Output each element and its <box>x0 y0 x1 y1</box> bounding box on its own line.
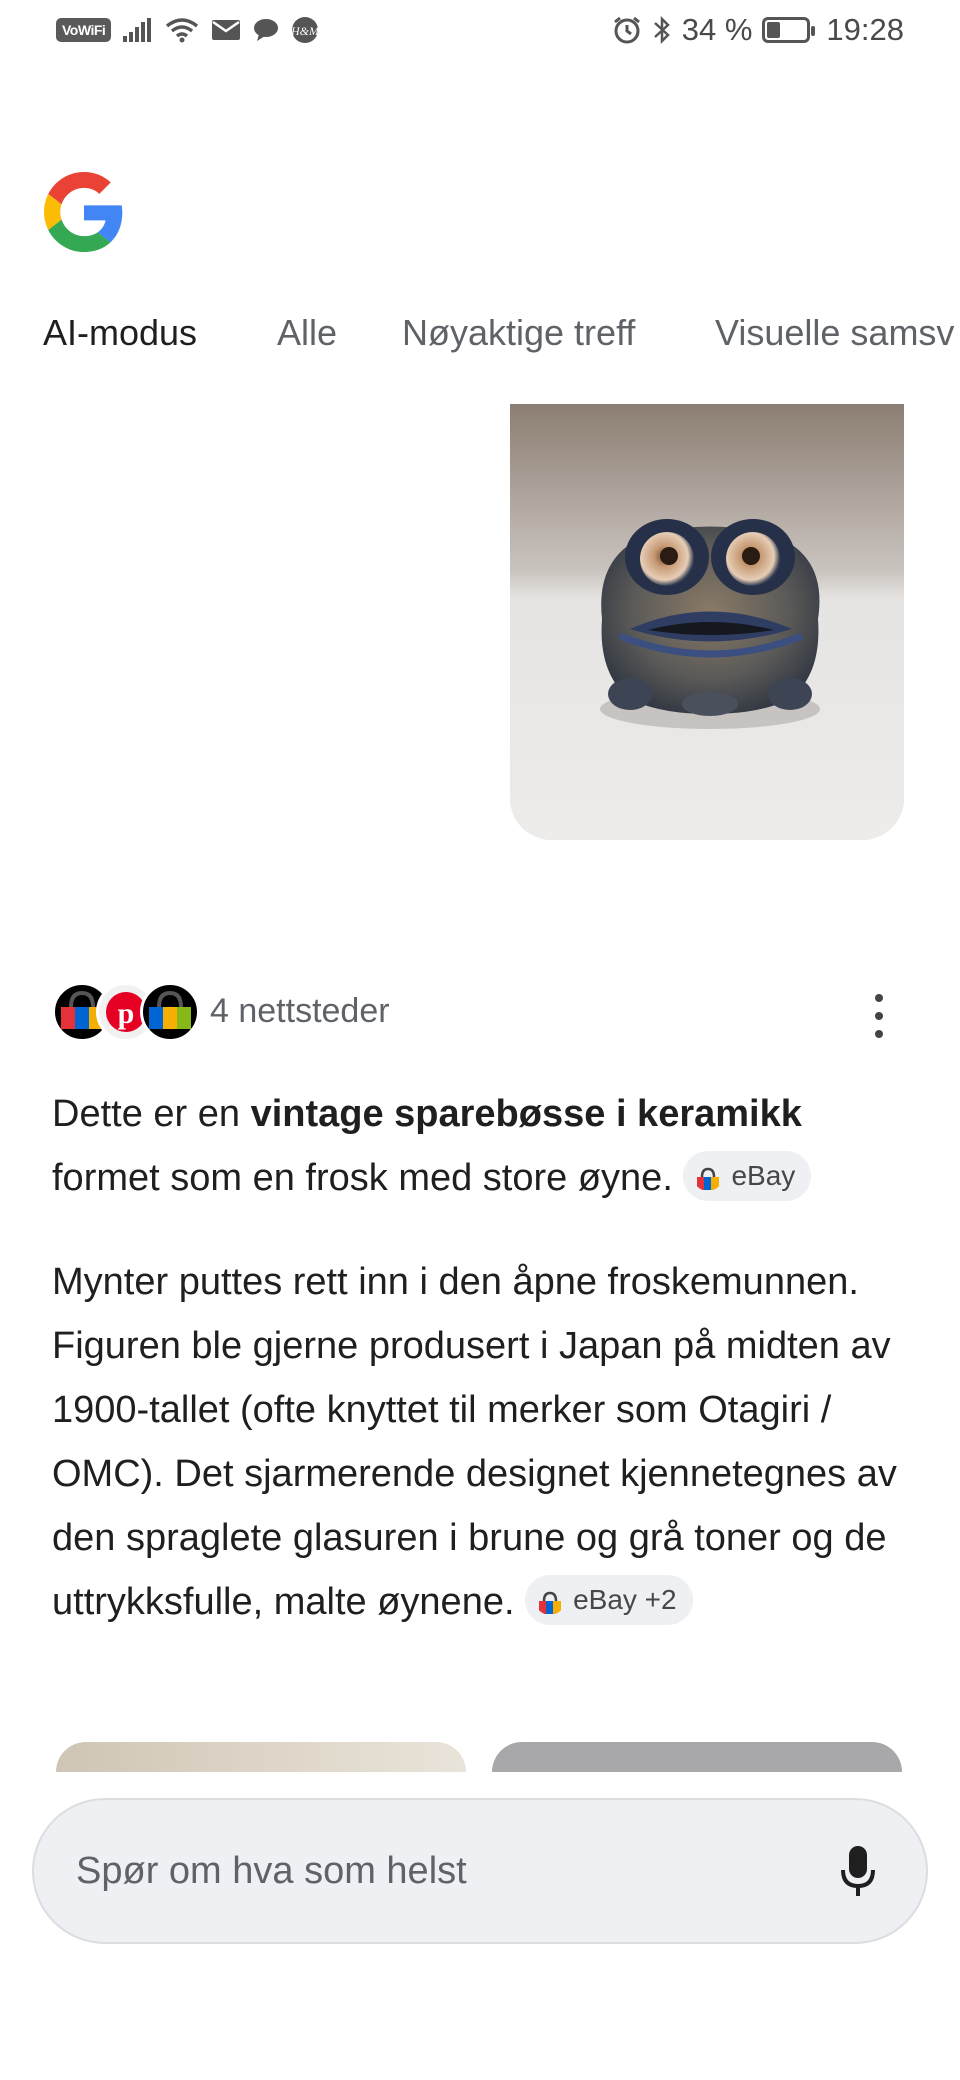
ebay-icon <box>535 1585 565 1615</box>
mail-icon <box>212 20 241 40</box>
chat-icon <box>254 19 279 41</box>
result-image-card[interactable] <box>56 1742 466 1772</box>
uploaded-image[interactable] <box>510 404 904 840</box>
answer-highlight: vintage sparebøsse i keramikk <box>250 1093 802 1135</box>
answer-paragraph-1: Dette er en vintage sparebøsse i keramik… <box>52 1082 908 1210</box>
bluetooth-icon <box>653 15 670 45</box>
answer-text: formet som en frosk med store øyne. <box>52 1157 673 1199</box>
status-bar: VoWiFi H&M 34 % 19:28 <box>0 0 960 64</box>
hm-app-icon: H&M <box>291 17 319 43</box>
search-tabs: AI-modus Alle Nøyaktige treff Visuelle s… <box>0 312 960 368</box>
alarm-icon <box>613 16 640 44</box>
status-icons-left: VoWiFi H&M <box>56 16 319 44</box>
wifi-icon <box>166 18 199 43</box>
signal-icon <box>123 18 152 42</box>
battery-percent: 34 % <box>681 12 753 47</box>
source-chip-ebay[interactable]: eBay <box>683 1150 812 1201</box>
svg-text:H&M: H&M <box>291 24 319 38</box>
sources-count: 4 nettsteder <box>210 991 390 1030</box>
source-chip-ebay-more[interactable]: eBay +2 <box>525 1574 693 1625</box>
bottom-search-area: Spør om hva som helst <box>0 1772 960 2080</box>
google-logo[interactable] <box>44 172 124 252</box>
more-options-icon[interactable] <box>864 994 894 1038</box>
microphone-icon[interactable] <box>838 1842 878 1902</box>
clock: 19:28 <box>826 12 904 47</box>
answer-text: Dette er en <box>52 1093 251 1135</box>
ebay-icon <box>140 982 200 1042</box>
answer-text: Mynter puttes rett inn i den åpne froske… <box>52 1261 897 1623</box>
search-input[interactable]: Spør om hva som helst <box>32 1798 928 1944</box>
svg-text:p: p <box>118 997 135 1030</box>
answer-paragraph-2: Mynter puttes rett inn i den åpne froske… <box>52 1250 908 1634</box>
vowifi-icon: VoWiFi <box>56 18 112 42</box>
frog-bank-image <box>510 404 904 840</box>
search-placeholder: Spør om hva som helst <box>76 1850 467 1892</box>
source-chip-label: eBay +2 <box>573 1583 677 1615</box>
tab-visual-matches[interactable]: Visuelle samsv <box>715 312 954 354</box>
tab-exact-matches[interactable]: Nøyaktige treff <box>402 312 635 354</box>
tab-all[interactable]: Alle <box>277 312 337 354</box>
source-favicons: p <box>52 982 200 1042</box>
tab-ai-mode[interactable]: AI-modus <box>43 312 197 354</box>
status-icons-right: 34 % 19:28 <box>612 12 904 48</box>
ebay-icon <box>693 1161 723 1191</box>
sources-row[interactable]: p 4 nettsteder <box>52 982 390 1042</box>
battery-icon <box>762 17 816 43</box>
result-image-card[interactable] <box>492 1742 902 1772</box>
source-chip-label: eBay <box>731 1159 796 1191</box>
